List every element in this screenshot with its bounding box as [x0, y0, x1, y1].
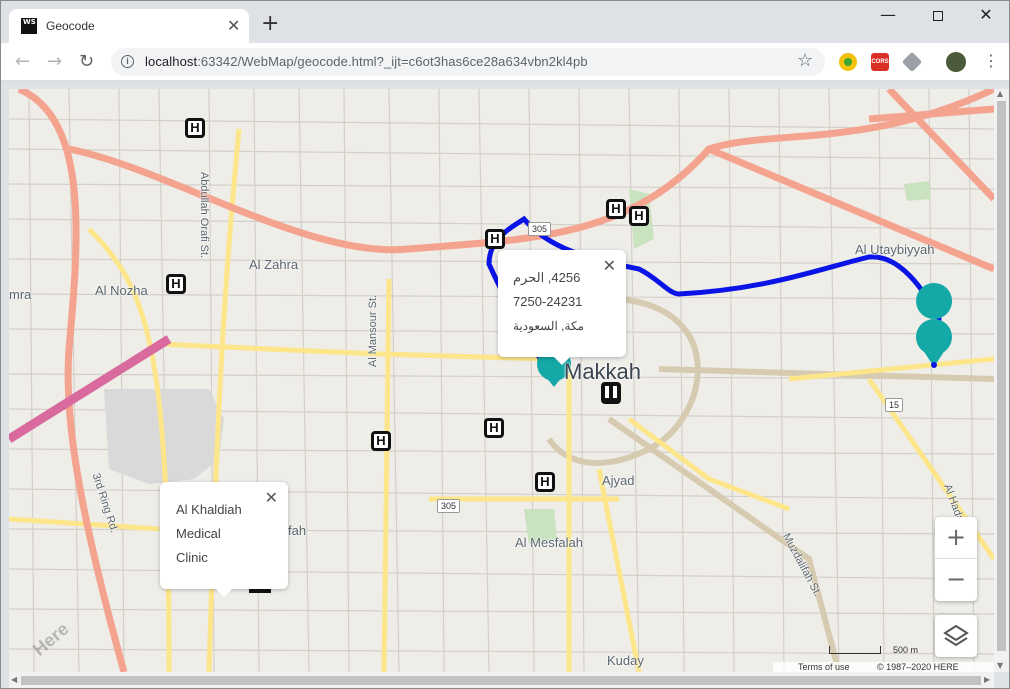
- label-kuday: Kuday: [607, 653, 644, 668]
- hospital-icon[interactable]: H: [535, 472, 555, 492]
- address-popup: ✕ 4256, الحرم 7250-24231 مكة, السعودية: [498, 250, 626, 365]
- maximize-button[interactable]: [915, 5, 961, 29]
- zoom-in-button[interactable]: +: [935, 517, 977, 559]
- cors-extension-icon[interactable]: CORS: [871, 53, 889, 71]
- info-icon[interactable]: i: [121, 55, 134, 68]
- popup-address-line1: 4256, الحرم: [513, 270, 581, 285]
- url-text[interactable]: localhost:63342/WebMap/geocode.html?_ijt…: [145, 54, 588, 69]
- label-al-mansour-st: Al Mansour St.: [367, 294, 380, 368]
- terms-link[interactable]: Terms of use: [798, 662, 850, 672]
- tab-bar: WS Geocode ✕ + — ✕: [1, 1, 1009, 43]
- star-icon[interactable]: ☆: [797, 50, 813, 71]
- copyright-text: © 1987–2020 HERE: [877, 662, 959, 672]
- browser-window: WS Geocode ✕ + — ✕ ← → ↻ i localhost:633…: [0, 0, 1010, 689]
- label-al-utaybiyyah: Al Utaybiyyah: [855, 242, 935, 257]
- label-ajyad: Ajyad: [602, 473, 635, 488]
- hospital-icon[interactable]: H: [371, 431, 391, 451]
- road-shield-15: 15: [885, 398, 904, 412]
- scale-bar: [829, 646, 881, 654]
- scale-label: 500 m: [893, 645, 919, 655]
- label-al-nozha: Al Nozha: [95, 283, 148, 298]
- close-window-button[interactable]: ✕: [963, 5, 1009, 29]
- map-base-svg: [9, 89, 994, 672]
- vertical-scrollbar[interactable]: ▲ ▼: [994, 89, 1009, 672]
- scroll-right-icon[interactable]: ▶: [984, 675, 990, 684]
- webstorm-icon: WS: [21, 18, 37, 34]
- horizontal-scroll-thumb[interactable]: [21, 676, 981, 685]
- train-station-icon: [601, 382, 621, 404]
- hospital-icon[interactable]: H: [629, 206, 649, 226]
- kebab-menu-icon[interactable]: ⋮: [983, 51, 999, 70]
- popup-close-icon[interactable]: ✕: [603, 256, 616, 275]
- profile-avatar[interactable]: [946, 52, 966, 72]
- horizontal-scrollbar[interactable]: ◀ ▶: [9, 672, 994, 688]
- zoom-out-button[interactable]: −: [935, 559, 977, 601]
- clinic-name-line2: Medical: [176, 526, 221, 541]
- extension-green-icon[interactable]: [839, 53, 857, 71]
- popup-close-icon[interactable]: ✕: [265, 488, 278, 507]
- new-tab-button[interactable]: +: [261, 13, 279, 35]
- layers-icon: [943, 624, 969, 647]
- hospital-icon[interactable]: H: [185, 118, 205, 138]
- map-footer: Terms of use © 1987–2020 HERE: [773, 662, 994, 672]
- url-host: localhost: [145, 54, 198, 69]
- label-al-mesfalah: Al Mesfalah: [515, 535, 583, 550]
- hospital-icon[interactable]: H: [484, 418, 504, 438]
- popup-address-line3: مكة, السعودية: [513, 319, 584, 333]
- scroll-down-icon[interactable]: ▼: [997, 661, 1003, 670]
- url-path: :63342/WebMap/geocode.html?_ijt=c6ot3has…: [197, 54, 588, 69]
- clinic-popup: ✕ Al Khaldiah Medical Clinic: [160, 482, 288, 597]
- hospital-icon[interactable]: H: [166, 274, 186, 294]
- clinic-name-line1: Al Khaldiah: [176, 502, 242, 517]
- clinic-name-line3: Clinic: [176, 550, 208, 565]
- road-shield-305-south: 305: [437, 499, 461, 513]
- hospital-icon[interactable]: H: [485, 229, 505, 249]
- map-canvas[interactable]: Al Zahra Al Nozha mra Al Utaybiyyah Makk…: [9, 89, 994, 672]
- hospital-icon[interactable]: H: [606, 199, 626, 219]
- tab-geocode[interactable]: WS Geocode ✕: [9, 9, 249, 43]
- park-east: [904, 181, 931, 201]
- browser-toolbar: ← → ↻ i localhost:63342/WebMap/geocode.h…: [1, 43, 1009, 81]
- label-al-zahra: Al Zahra: [249, 257, 299, 272]
- address-bar[interactable]: i localhost:63342/WebMap/geocode.html?_i…: [111, 48, 825, 76]
- popup-address-line2: 7250-24231: [513, 294, 583, 309]
- scroll-left-icon[interactable]: ◀: [11, 675, 17, 684]
- label-abdullah-st: Abdullah Orafi St.: [198, 171, 211, 259]
- extension-cube-icon[interactable]: [901, 51, 923, 73]
- label-fah: fah: [288, 523, 307, 538]
- tab-close-icon[interactable]: ✕: [227, 16, 240, 35]
- scroll-up-icon[interactable]: ▲: [997, 89, 1003, 98]
- tab-title: Geocode: [46, 19, 95, 33]
- back-arrow-icon[interactable]: ←: [15, 51, 30, 72]
- zoom-control: + −: [935, 517, 977, 601]
- minimize-button[interactable]: —: [865, 5, 911, 29]
- layers-button[interactable]: [935, 615, 977, 657]
- forward-arrow-icon[interactable]: →: [47, 51, 62, 72]
- road-shield-305-north: 305: [528, 222, 552, 236]
- reload-icon[interactable]: ↻: [79, 51, 94, 72]
- maximize-icon: [933, 11, 943, 21]
- label-makkah: Makkah: [564, 359, 642, 384]
- label-mra: mra: [9, 287, 32, 302]
- vertical-scroll-thumb[interactable]: [997, 101, 1006, 651]
